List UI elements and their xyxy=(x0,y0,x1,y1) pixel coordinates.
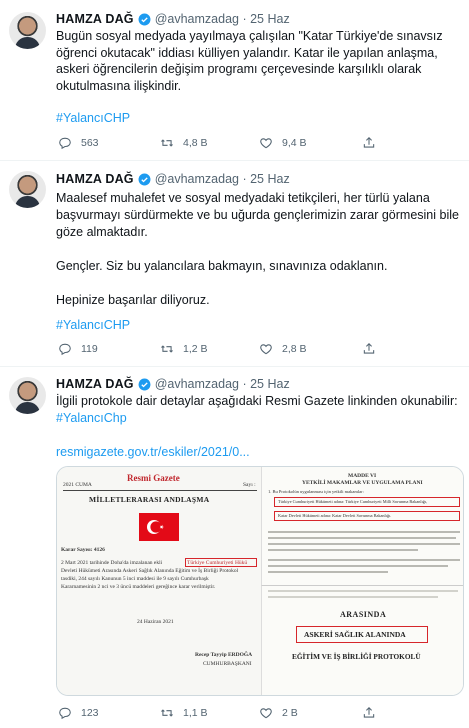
media-card[interactable]: 2021 CUMA Resmi Gazete Sayı : MİLLETLERA… xyxy=(56,466,464,696)
tweet-divider xyxy=(0,366,469,367)
tweet-paragraph: Maalesef muhalefet ve sosyal medyadaki t… xyxy=(56,191,459,239)
gazette-sign-date: 24 Haziran 2021 xyxy=(137,619,174,625)
author-name[interactable]: HAMZA DAĞ xyxy=(56,377,134,391)
verified-badge-icon xyxy=(138,378,151,390)
protocol-article: MADDE VI xyxy=(348,473,377,479)
tweet-actions: 123 1,1 B 2 B xyxy=(56,706,456,724)
heart-icon xyxy=(260,138,272,149)
reply-button[interactable]: 119 xyxy=(58,342,98,356)
gazette-page-image[interactable]: 2021 CUMA Resmi Gazete Sayı : MİLLETLERA… xyxy=(57,467,261,695)
retweet-count: 1,2 B xyxy=(183,343,208,355)
gazette-office: CUMHURBAŞKANI xyxy=(203,661,252,667)
text-line xyxy=(268,537,456,539)
gazette-line: Devleti Hükümeti Arasında Askeri Sağlık … xyxy=(61,568,239,574)
author-name[interactable]: HAMZA DAĞ xyxy=(56,12,134,26)
text-line xyxy=(268,543,460,545)
like-count: 9,4 B xyxy=(282,137,307,149)
retweet-button[interactable]: 1,2 B xyxy=(160,342,208,356)
protocol-field: ASKERİ SAĞLIK ALANINDA xyxy=(304,630,406,639)
text-line xyxy=(268,596,438,598)
tweet-header: HAMZA DAĞ @avhamzadag · 25 Haz xyxy=(56,170,290,188)
like-count: 2,8 B xyxy=(282,343,307,355)
hashtag-link[interactable]: #YalancıCHP xyxy=(56,317,464,334)
external-link[interactable]: resmigazete.gov.tr/eskiler/2021/0... xyxy=(56,444,464,461)
verified-badge-icon xyxy=(138,13,151,25)
tweet-text: Bugün sosyal medyada yayılmaya çalışılan… xyxy=(56,28,464,94)
reply-button[interactable]: 123 xyxy=(58,706,99,720)
text-line xyxy=(268,559,460,561)
like-count: 2 B xyxy=(282,707,298,719)
tweet-divider xyxy=(0,160,469,161)
tweet-header: HAMZA DAĞ @avhamzadag · 25 Haz xyxy=(56,375,290,393)
text-line xyxy=(268,590,458,592)
gazette-date: 2021 CUMA xyxy=(63,482,92,488)
retweet-count: 4,8 B xyxy=(183,137,208,149)
protocol-page-image[interactable]: MADDE VI YETKİLİ MAKAMLAR VE UYGULAMA PL… xyxy=(261,467,463,585)
author-name[interactable]: HAMZA DAĞ xyxy=(56,172,134,186)
text-line xyxy=(268,565,448,567)
tweet-paragraph: Hepinize başarılar diliyoruz. xyxy=(56,293,210,307)
hashtag-link[interactable]: #YalancıChp xyxy=(56,410,464,427)
like-button[interactable]: 9,4 B xyxy=(259,136,307,150)
heart-icon xyxy=(260,344,272,355)
author-handle-and-date[interactable]: @avhamzadag · 25 Haz xyxy=(155,12,290,26)
gazette-decision-number: Karar Sayısı: 4126 xyxy=(61,547,105,553)
tweet-header: HAMZA DAĞ @avhamzadag · 25 Haz xyxy=(56,10,290,28)
avatar[interactable] xyxy=(9,377,46,414)
verified-badge-icon xyxy=(138,173,151,185)
retweet-count: 1,1 B xyxy=(183,707,208,719)
like-button[interactable]: 2 B xyxy=(259,706,298,720)
heart-icon xyxy=(260,708,272,719)
avatar[interactable] xyxy=(9,171,46,208)
share-button[interactable] xyxy=(362,706,385,720)
gazette-line: 2 Mart 2021 tarihinde Doha'da imzalanan … xyxy=(61,560,163,566)
gazette-line: Kararnamesinin 2 nci ve 3 üncü maddeleri… xyxy=(61,584,216,590)
gazette-issue: Sayı : xyxy=(243,482,256,488)
share-button[interactable] xyxy=(362,136,385,150)
tweet-text: İlgili protokole dair detaylar aşağıdaki… xyxy=(56,394,458,408)
share-icon xyxy=(363,707,375,718)
tweet-paragraph: Bugün sosyal medyada yayılmaya çalışılan… xyxy=(56,29,443,93)
gazette-highlight: Türkiye Cumhuriyeti Hükü xyxy=(187,560,248,566)
tweet-actions: 563 4,8 B 9,4 B xyxy=(56,136,456,154)
text-line xyxy=(268,571,388,573)
reply-button[interactable]: 563 xyxy=(58,136,99,150)
protocol-name: EĞİTİM VE İŞ BİRLİĞİ PROTOKOLÜ xyxy=(292,652,421,661)
protocol-intro: 1. Bu Protokolün uygulanması için yetkil… xyxy=(268,489,364,494)
text-line xyxy=(268,531,460,533)
author-handle-and-date[interactable]: @avhamzadag · 25 Haz xyxy=(155,377,290,391)
share-button[interactable] xyxy=(362,342,385,356)
reply-icon xyxy=(59,343,71,356)
reply-count: 119 xyxy=(81,343,98,355)
gazette-signer: Recep Tayyip ERDOĞA xyxy=(195,652,253,658)
tweet-actions: 119 1,2 B 2,8 B xyxy=(56,342,456,360)
like-button[interactable]: 2,8 B xyxy=(259,342,307,356)
tweet-paragraph: Gençler. Siz bu yalancılara bakmayın, sı… xyxy=(56,259,388,273)
author-handle-and-date[interactable]: @avhamzadag · 25 Haz xyxy=(155,172,290,186)
reply-count: 123 xyxy=(81,707,99,719)
hashtag-link[interactable]: #YalancıCHP xyxy=(56,110,464,127)
share-icon xyxy=(363,343,375,354)
reply-icon xyxy=(59,137,71,150)
gazette-heading: MİLLETLERARASI ANDLAŞMA xyxy=(89,495,210,504)
avatar[interactable] xyxy=(9,12,46,49)
protocol-authority-tr: Türkiye Cumhuriyeti Hükümeti adına: Türk… xyxy=(278,499,428,504)
text-line xyxy=(268,549,418,551)
protocol-between: ARASINDA xyxy=(340,610,387,619)
protocol-authority-qa: Katar Devleti Hükümeti adına: Katar Devl… xyxy=(278,513,392,518)
retweet-button[interactable]: 1,1 B xyxy=(160,706,208,720)
retweet-icon xyxy=(161,709,173,717)
tweet-text: Maalesef muhalefet ve sosyal medyadaki t… xyxy=(56,190,464,309)
protocol-article-title: YETKİLİ MAKAMLAR VE UYGULAMA PLANI xyxy=(302,480,423,486)
protocol-cover-image[interactable]: ARASINDA ASKERİ SAĞLIK ALANINDA EĞİTİM V… xyxy=(261,585,463,695)
share-icon xyxy=(363,137,375,148)
retweet-icon xyxy=(161,139,173,147)
gazette-masthead: Resmi Gazete xyxy=(127,473,180,483)
reply-icon xyxy=(59,707,71,720)
retweet-icon xyxy=(161,345,173,353)
turkish-flag-icon xyxy=(139,513,179,541)
retweet-button[interactable]: 4,8 B xyxy=(160,136,208,150)
reply-count: 563 xyxy=(81,137,99,149)
gazette-line: tasdiki, 244 sayılı Kanunun 5 inci madde… xyxy=(61,576,209,582)
